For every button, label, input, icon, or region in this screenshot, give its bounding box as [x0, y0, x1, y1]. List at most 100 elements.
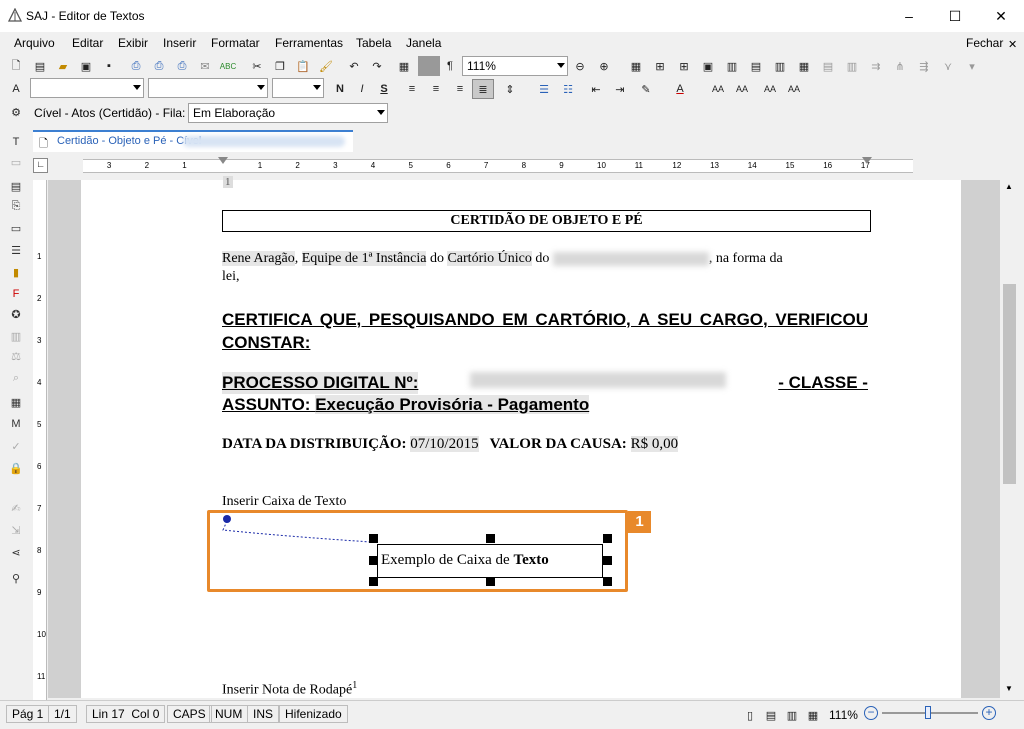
print-preview-icon[interactable]: ⎙ [151, 58, 167, 74]
cut-icon[interactable]: ✂ [249, 58, 265, 74]
fechar-button[interactable]: Fechar [966, 36, 1003, 50]
move-icon[interactable]: ⇶ [916, 58, 932, 74]
fechar-close-icon[interactable]: ✕ [1008, 38, 1017, 51]
text-box[interactable]: Exemplo de Caixa de Texto [377, 544, 603, 578]
calendar-icon[interactable]: ▦ [8, 394, 24, 410]
seal-icon[interactable]: ✪ [8, 306, 24, 322]
font-color-icon[interactable]: A [672, 81, 688, 97]
grow-font-icon[interactable]: AA [710, 81, 726, 97]
print-setup-icon[interactable]: ⎙ [174, 58, 190, 74]
new-template-icon[interactable]: ▤ [32, 58, 48, 74]
resize-handle-mr[interactable] [603, 556, 612, 565]
queue-select[interactable]: Em Elaboração [188, 103, 388, 123]
menu-editar[interactable]: Editar [72, 36, 103, 50]
outline-view-icon[interactable]: ▦ [805, 707, 821, 723]
align-center-icon[interactable]: ≡ [428, 81, 444, 97]
menu-tabela[interactable]: Tabela [356, 36, 391, 50]
search-doc-icon[interactable]: ⌕ [8, 370, 24, 386]
paste-icon[interactable]: 📋 [295, 58, 311, 74]
copy-icon[interactable]: ❐ [272, 58, 288, 74]
insert-column-icon[interactable]: ⊞ [676, 58, 692, 74]
zoom-in-button[interactable]: + [982, 706, 996, 720]
zoom-slider-thumb[interactable] [925, 706, 931, 719]
page-view-icon[interactable]: ▯ [742, 707, 758, 723]
justify-icon[interactable]: ≣ [475, 81, 491, 97]
zoom-out-button[interactable]: − [864, 706, 878, 720]
tab-certidao[interactable]: 🗋 Certidão - Objeto e Pé - Cível [33, 130, 353, 152]
bold-button[interactable]: N [332, 81, 348, 97]
resize-handle-tl[interactable] [369, 534, 378, 543]
comment-icon[interactable]: ▭ [8, 220, 24, 236]
table-props-icon[interactable]: ▦ [796, 58, 812, 74]
underline-button[interactable]: S [376, 81, 392, 97]
lock-icon[interactable]: 🔒 [8, 460, 24, 476]
spellcheck-icon[interactable]: ABC [220, 58, 236, 74]
tree-icon[interactable]: ⋔ [892, 58, 908, 74]
open-icon[interactable]: ▰ [55, 58, 71, 74]
grid-icon[interactable]: ▦ [628, 58, 644, 74]
font-combo[interactable] [148, 78, 268, 98]
insert-field-icon[interactable]: T [8, 134, 24, 150]
pilcrow-icon[interactable]: ¶ [442, 58, 458, 74]
split-cells-icon[interactable]: ▥ [724, 58, 740, 74]
outdent-icon[interactable]: ⇤ [588, 81, 604, 97]
align-right-icon[interactable]: ≡ [452, 81, 468, 97]
paint-icon[interactable]: ⚲ [8, 570, 24, 586]
filter-icon[interactable]: ⋎ [940, 58, 956, 74]
tab-stop-selector[interactable]: ∟ [33, 158, 48, 173]
list-icon[interactable]: ☰ [8, 242, 24, 258]
indent-icon[interactable]: ⇥ [612, 81, 628, 97]
scroll-up-icon[interactable]: ▲ [1005, 182, 1013, 191]
horizontal-ruler[interactable]: ∟ 3 2 1 1 2 3 4 5 6 7 8 9 10 11 12 13 14 15 16 17 [33, 157, 963, 175]
zoom-in-icon[interactable]: ⊕ [596, 58, 612, 74]
close-button[interactable]: ✕ [978, 0, 1024, 32]
field-icon[interactable]: ▭ [8, 154, 24, 170]
resize-handle-tc[interactable] [486, 534, 495, 543]
share-icon[interactable]: ⋖ [8, 544, 24, 560]
properties-icon[interactable]: ▣ [78, 58, 94, 74]
more-icon[interactable]: ▾ [964, 58, 980, 74]
scroll-down-icon[interactable]: ▼ [1005, 684, 1013, 693]
template-icon[interactable]: ⎘ [8, 198, 24, 214]
align-left-icon[interactable]: ≡ [404, 81, 420, 97]
menu-formatar[interactable]: Formatar [211, 36, 260, 50]
format-painter-icon[interactable]: 🖌 [318, 58, 334, 74]
flow-icon[interactable]: ⇉ [868, 58, 884, 74]
delete-row-icon[interactable]: ▤ [748, 58, 764, 74]
color-swatch[interactable] [418, 56, 440, 76]
form-icon[interactable]: ▤ [8, 178, 24, 194]
shrink-font-icon[interactable]: AA [734, 81, 750, 97]
stamp-icon[interactable]: ⚖ [8, 348, 24, 364]
variable-icon[interactable]: M [8, 416, 24, 432]
delete-column-icon[interactable]: ▥ [772, 58, 788, 74]
redo-icon[interactable]: ↷ [369, 58, 385, 74]
effects-icon[interactable]: AA [786, 81, 802, 97]
right-indent-marker[interactable] [862, 157, 872, 164]
merge-cells-icon[interactable]: ▣ [700, 58, 716, 74]
case-icon[interactable]: AA [762, 81, 778, 97]
menu-exibir[interactable]: Exibir [118, 36, 148, 50]
menu-ferramentas[interactable]: Ferramentas [275, 36, 343, 50]
first-line-indent-marker[interactable] [218, 157, 228, 164]
highlight-icon[interactable]: ✎ [638, 81, 654, 97]
signature-icon[interactable]: ✍ [8, 500, 24, 516]
save-icon[interactable]: ▪ [101, 58, 117, 74]
formula-icon[interactable]: F [8, 286, 24, 302]
scroll-thumb[interactable] [1003, 284, 1016, 484]
table-icon[interactable]: ▦ [396, 58, 412, 74]
new-icon[interactable]: 🗋 [8, 58, 24, 74]
distribute-icon[interactable]: ▥ [844, 58, 860, 74]
web-view-icon[interactable]: ▥ [784, 707, 800, 723]
menu-inserir[interactable]: Inserir [163, 36, 196, 50]
document-page[interactable]: 1 CERTIDÃO DE OBJETO E PÉ Rene Aragão, E… [81, 176, 961, 698]
italic-button[interactable]: I [354, 81, 370, 97]
line-spacing-icon[interactable]: ⇕ [502, 81, 518, 97]
resize-handle-bc[interactable] [486, 577, 495, 586]
print-icon[interactable]: ⎙ [128, 58, 144, 74]
zoom-out-icon[interactable]: ⊖ [572, 58, 588, 74]
barcode-icon[interactable]: ▥ [8, 328, 24, 344]
validate-icon[interactable]: ✓ [8, 438, 24, 454]
insert-row-icon[interactable]: ⊞ [652, 58, 668, 74]
vertical-scrollbar[interactable]: ▲ ▼ [1001, 180, 1018, 698]
bullets-icon[interactable]: ☰ [536, 81, 552, 97]
